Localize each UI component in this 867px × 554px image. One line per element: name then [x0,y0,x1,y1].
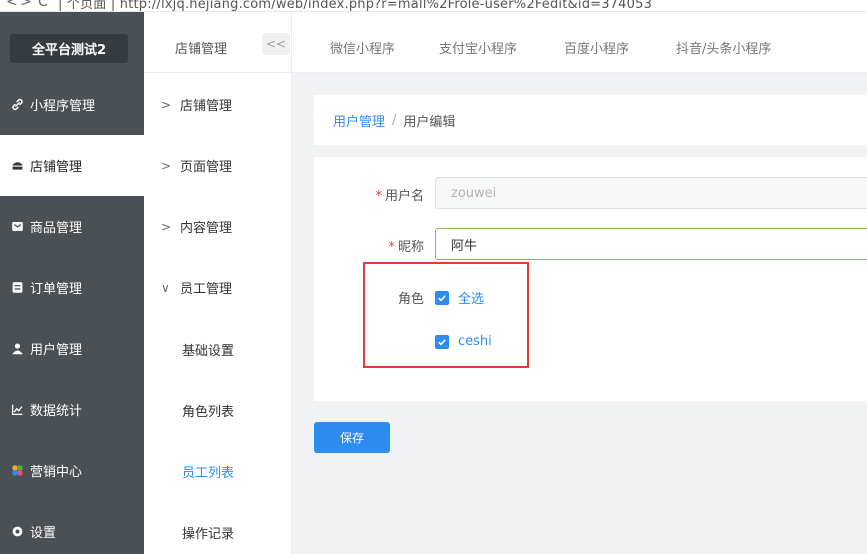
forward-icon[interactable]: > [20,0,32,10]
submenu-group-label: 内容管理 [180,221,233,236]
submenu-group-shop[interactable]: > 店铺管理 [144,74,292,135]
sidebar-item-label: 设置 [30,526,57,541]
submenu-group-content[interactable]: > 内容管理 [144,196,292,257]
marketing-icon [10,464,24,478]
secondary-menu: 店铺管理 << > 店铺管理 > 页面管理 > 内容管理 ∨ 员工管理 基础设置… [144,12,292,554]
sidebar-item-settings[interactable]: 设置 [0,501,144,554]
submenu-item-staff-list[interactable]: 员工列表 [182,462,234,481]
sidebar-item-miniprogram[interactable]: 小程序管理 [0,74,144,135]
user-icon [10,342,24,356]
username-label: * 用户名 [375,189,424,204]
nickname-label: * 昵称 [388,240,424,255]
sidebar-item-stats[interactable]: 数据统计 [0,379,144,440]
submenu-item-role-list[interactable]: 角色列表 [182,401,234,420]
submenu-item-basic-settings[interactable]: 基础设置 [182,340,234,359]
browser-address-bar: < > C | 个页面 | http://lxjq.hejiang.com/we… [0,0,867,12]
back-icon[interactable]: < [6,0,18,10]
chart-icon [10,403,24,417]
sidebar-item-goods[interactable]: 商品管理 [0,196,144,257]
username-field[interactable]: zouwei [435,177,867,209]
nickname-field[interactable]: 阿牛 [435,228,867,260]
sidebar-item-label: 订单管理 [30,282,83,297]
brand-title[interactable]: 全平台测试2 [10,34,128,63]
username-value: zouwei [451,185,497,201]
user-edit-form: * 用户名 zouwei * 昵称 阿牛 角色 全选 ceshi [314,157,867,401]
sidebar-item-users[interactable]: 用户管理 [0,318,144,379]
chevron-right-icon: > [161,158,172,173]
order-icon [10,281,24,295]
reload-icon[interactable]: C [38,0,48,10]
settings-icon [10,525,24,539]
save-button[interactable]: 保存 [314,422,390,453]
chevron-right-icon: > [161,97,172,112]
sidebar-item-label: 小程序管理 [30,99,96,114]
chevron-down-icon: ∨ [161,280,170,295]
submenu-group-staff[interactable]: ∨ 员工管理 [144,257,292,318]
submenu-item-operation-log[interactable]: 操作记录 [182,523,234,542]
sidebar-item-label: 商品管理 [30,221,83,236]
breadcrumb-current: 用户编辑 [403,114,456,130]
tab-baidu[interactable]: 百度小程序 [564,38,629,57]
required-mark: * [375,189,382,204]
breadcrumb-link-user-management[interactable]: 用户管理 [333,111,385,130]
nickname-value: 阿牛 [451,238,478,254]
sidebar-item-shop[interactable]: 店铺管理 [0,135,144,196]
submenu-group-label: 页面管理 [180,160,233,175]
tab-wechat[interactable]: 微信小程序 [330,38,395,57]
tab-alipay[interactable]: 支付宝小程序 [439,38,517,57]
submenu-header: 店铺管理 << [144,12,292,73]
sidebar-item-label: 店铺管理 [30,160,83,175]
sidebar-item-label: 用户管理 [30,343,83,358]
main-sidebar: 全平台测试2 小程序管理 店铺管理 商品管理 订单管理 用户管理 数据统计 营销… [0,12,144,554]
tab-douyin[interactable]: 抖音/头条小程序 [676,38,771,57]
breadcrumb-separator: / [392,112,397,128]
breadcrumb: 用户管理 / 用户编辑 [314,95,867,145]
link-icon [10,98,24,112]
annotation-highlight-box [363,262,529,368]
chevron-right-icon: > [161,219,172,234]
shop-icon [10,159,24,173]
sidebar-item-marketing[interactable]: 营销中心 [0,440,144,501]
sidebar-item-label: 数据统计 [30,404,83,419]
sidebar-item-orders[interactable]: 订单管理 [0,257,144,318]
goods-icon [10,220,24,234]
required-mark: * [388,240,395,255]
submenu-group-label: 员工管理 [180,282,233,297]
submenu-title: 店铺管理 [175,42,228,57]
submenu-group-label: 店铺管理 [180,99,233,114]
platform-tabs: 微信小程序 支付宝小程序 百度小程序 抖音/头条小程序 [292,12,867,73]
submenu-group-pages[interactable]: > 页面管理 [144,135,292,196]
sidebar-item-label: 营销中心 [30,465,83,480]
url-text[interactable]: | 个页面 | http://lxjq.hejiang.com/web/inde… [58,0,652,11]
collapse-button[interactable]: << [262,33,290,55]
